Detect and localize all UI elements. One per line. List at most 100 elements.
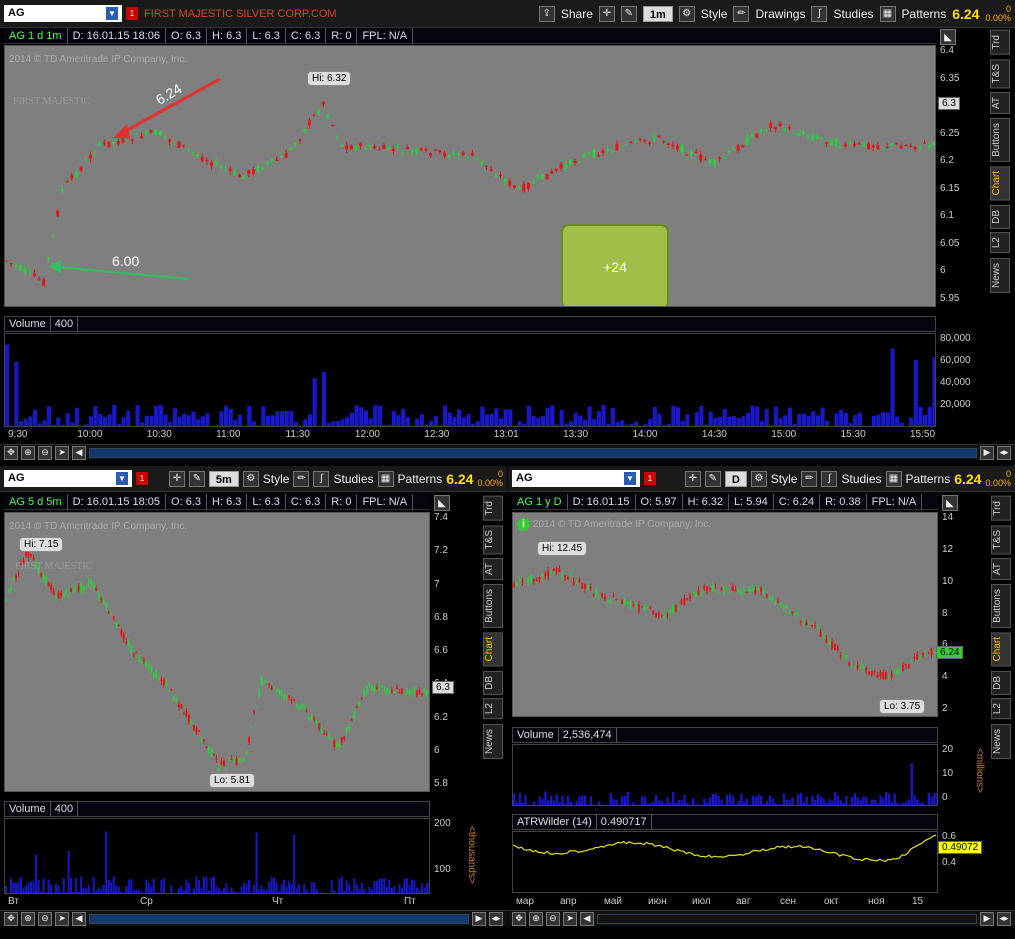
side-tab-ts[interactable]: T&S (991, 524, 1011, 555)
side-tab-ts[interactable]: T&S (483, 524, 503, 555)
scroll-left-icon[interactable]: ◀ (580, 911, 594, 926)
side-tab-chart[interactable]: Chart (991, 632, 1011, 667)
share-icon[interactable]: ⇪ (538, 5, 555, 22)
side-tab-trd[interactable]: Trd (483, 496, 503, 521)
style-button[interactable]: Style (263, 472, 290, 486)
side-tab-at[interactable]: AT (991, 558, 1011, 581)
expand-icon[interactable]: ◂▸ (997, 445, 1011, 460)
pan-icon[interactable]: ✥ (4, 911, 18, 926)
pan-icon[interactable]: ✥ (4, 445, 18, 460)
side-tab-trd[interactable]: Trd (990, 30, 1010, 55)
zoom-out-icon[interactable]: ⊖ (38, 445, 52, 460)
patterns-icon[interactable]: ▦ (377, 470, 394, 487)
pencil-icon[interactable]: ✏ (733, 5, 750, 22)
share-button[interactable]: Share (561, 7, 593, 21)
timeframe-button[interactable]: 1m (642, 5, 673, 22)
zoom-out-icon[interactable]: ⊖ (38, 911, 52, 926)
pointer-icon[interactable]: ➤ (563, 911, 577, 926)
right-volume-chart[interactable] (512, 744, 938, 806)
right-price-chart[interactable]: i 2014 © TD Ameritrade IP Company, Inc. … (512, 512, 938, 717)
crosshair-icon[interactable]: ✛ (168, 470, 185, 487)
pan-icon[interactable]: ✥ (512, 911, 526, 926)
chevron-down-icon[interactable]: ▼ (624, 472, 636, 485)
crosshair-icon[interactable]: ✛ (684, 470, 701, 487)
patterns-button[interactable]: Patterns (398, 472, 443, 486)
expand-icon[interactable]: ◂▸ (489, 911, 503, 926)
timeframe-button[interactable]: D (724, 470, 747, 487)
studies-icon[interactable]: ∫ (821, 470, 838, 487)
studies-button[interactable]: Studies (841, 472, 881, 486)
symbol-input[interactable]: AG ▼ (4, 470, 132, 487)
zoom-in-icon[interactable]: ⊕ (21, 445, 35, 460)
studies-icon[interactable]: ∫ (313, 470, 330, 487)
scroll-left-icon[interactable]: ◀ (72, 445, 86, 460)
gear-icon[interactable]: ⚙ (678, 5, 695, 22)
timeframe-button[interactable]: 5m (208, 470, 239, 487)
side-tab-chart[interactable]: Chart (990, 166, 1010, 201)
zoom-in-icon[interactable]: ⊕ (529, 911, 543, 926)
crosshair-icon[interactable]: ✛ (598, 5, 615, 22)
left-price-chart[interactable]: 2014 © TD Ameritrade IP Company, Inc. FI… (4, 512, 430, 792)
studies-button[interactable]: Studies (333, 472, 373, 486)
style-button[interactable]: Style (771, 472, 798, 486)
side-tab-l2[interactable]: L2 (991, 698, 1011, 720)
wrench-icon[interactable]: ✎ (704, 470, 721, 487)
scroll-right-icon[interactable]: ▶ (980, 911, 994, 926)
info-icon[interactable]: i (517, 518, 530, 531)
symbol-input[interactable]: AG ▼ (512, 470, 640, 487)
wrench-icon[interactable]: ✎ (188, 470, 205, 487)
side-tab-buttons[interactable]: Buttons (483, 584, 503, 629)
symbol-input[interactable]: AG ▼ (4, 5, 122, 22)
side-tab-news[interactable]: News (990, 257, 1010, 293)
left-volume-chart[interactable] (4, 818, 430, 894)
wrench-icon[interactable]: ✎ (620, 5, 637, 22)
link-icon[interactable]: 1 (126, 7, 138, 20)
side-tab-news[interactable]: News (991, 723, 1011, 759)
side-tab-trd[interactable]: Trd (991, 496, 1011, 521)
top-price-chart[interactable]: 2014 © TD Ameritrade IP Company, Inc. FI… (4, 45, 936, 307)
chevron-down-icon[interactable]: ▼ (116, 472, 128, 485)
side-tab-ts[interactable]: T&S (990, 58, 1010, 89)
pointer-icon[interactable]: ➤ (55, 445, 69, 460)
scroll-right-icon[interactable]: ▶ (472, 911, 486, 926)
side-tab-buttons[interactable]: Buttons (991, 584, 1011, 629)
patterns-icon[interactable]: ▦ (885, 470, 902, 487)
gear-icon[interactable]: ⚙ (242, 470, 259, 487)
expand-icon[interactable]: ◂▸ (997, 911, 1011, 926)
side-tab-at[interactable]: AT (990, 92, 1010, 115)
link-icon[interactable]: 1 (136, 472, 148, 485)
side-tab-at[interactable]: AT (483, 558, 503, 581)
side-tab-chart[interactable]: Chart (483, 632, 503, 667)
zoom-in-icon[interactable]: ⊕ (21, 911, 35, 926)
pointer-icon[interactable]: ➤ (55, 911, 69, 926)
chart-settings-icon[interactable]: ◣ (940, 29, 956, 45)
studies-icon[interactable]: ∫ (811, 5, 828, 22)
atr-chart[interactable] (512, 831, 938, 893)
pencil-icon[interactable]: ✏ (293, 470, 310, 487)
studies-button[interactable]: Studies (833, 7, 873, 21)
patterns-icon[interactable]: ▦ (879, 5, 896, 22)
drawings-button[interactable]: Drawings (755, 7, 805, 21)
pencil-icon[interactable]: ✏ (801, 470, 818, 487)
side-tab-l2[interactable]: L2 (990, 232, 1010, 254)
side-tab-db[interactable]: DB (990, 204, 1010, 229)
link-icon[interactable]: 1 (644, 472, 656, 485)
side-tab-db[interactable]: DB (483, 670, 503, 695)
chart-settings-icon[interactable]: ◣ (942, 495, 958, 511)
side-tab-news[interactable]: News (483, 723, 503, 759)
style-button[interactable]: Style (701, 7, 728, 21)
gear-icon[interactable]: ⚙ (750, 470, 767, 487)
patterns-button[interactable]: Patterns (906, 472, 951, 486)
zoom-out-icon[interactable]: ⊖ (546, 911, 560, 926)
horizontal-scrollbar[interactable] (89, 447, 977, 458)
side-tab-l2[interactable]: L2 (483, 698, 503, 720)
top-volume-chart[interactable] (4, 333, 936, 427)
patterns-button[interactable]: Patterns (902, 7, 947, 21)
side-tab-buttons[interactable]: Buttons (990, 118, 1010, 163)
scroll-left-icon[interactable]: ◀ (72, 911, 86, 926)
side-tab-db[interactable]: DB (991, 670, 1011, 695)
horizontal-scrollbar[interactable] (89, 913, 469, 924)
scroll-right-icon[interactable]: ▶ (980, 445, 994, 460)
chart-settings-icon[interactable]: ◣ (434, 495, 450, 511)
chevron-down-icon[interactable]: ▼ (106, 7, 118, 20)
